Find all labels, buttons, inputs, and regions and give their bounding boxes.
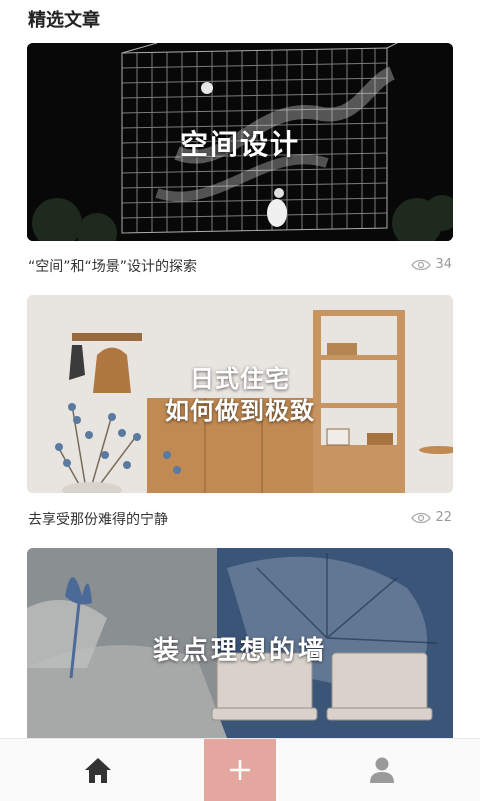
article-card-image[interactable]: 日式住宅 如何做到极致 <box>27 295 453 493</box>
view-count: 22 <box>411 510 452 525</box>
view-count: 34 <box>411 257 452 272</box>
tab-home[interactable] <box>58 739 138 801</box>
add-button[interactable] <box>204 739 276 801</box>
article-card-image[interactable]: 空间设计 <box>27 43 453 241</box>
bottom-tab-bar <box>0 738 480 801</box>
tab-profile[interactable] <box>342 739 422 801</box>
eye-icon <box>411 259 432 270</box>
view-count-value: 22 <box>435 510 452 525</box>
article-card-image[interactable]: 装点理想的墙 <box>27 548 453 738</box>
article-overlay-title: 装点理想的墙 <box>152 636 327 666</box>
user-icon <box>370 757 394 783</box>
article-overlay-title: 空间设计 <box>179 128 300 161</box>
view-count-value: 34 <box>435 257 452 272</box>
eye-icon <box>411 512 432 523</box>
article-title[interactable]: 去享受那份难得的宁静 <box>28 509 168 529</box>
article-overlay-title: 日式住宅 如何做到极致 <box>27 363 453 427</box>
overlay-line: 如何做到极致 <box>165 397 315 425</box>
article-title[interactable]: “空间”和“场景”设计的探索 <box>28 256 197 276</box>
plus-icon <box>230 760 250 780</box>
page-title: 精选文章 <box>28 10 100 31</box>
home-icon <box>85 758 111 783</box>
overlay-line: 日式住宅 <box>190 365 290 393</box>
